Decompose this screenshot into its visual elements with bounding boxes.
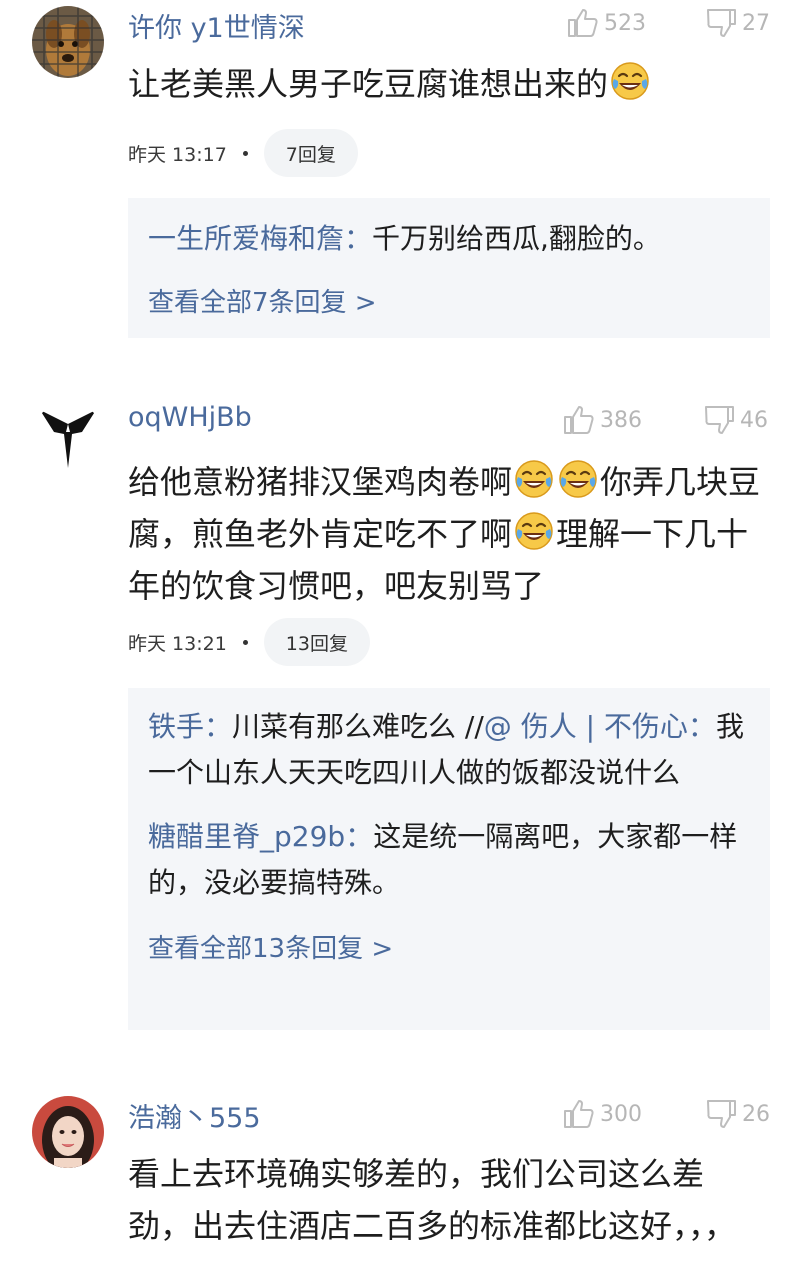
reply-author[interactable]: 铁手：	[148, 710, 232, 743]
mention-link[interactable]: @ 伤人 | 不伤心：	[484, 710, 716, 743]
tears-of-joy-emoji	[558, 459, 598, 499]
thumbs-down-icon	[704, 6, 738, 40]
timestamp: 昨天 13:17	[128, 143, 227, 166]
username[interactable]: 许你 y1世情深	[128, 6, 305, 45]
comment-text: 看上去环境确实够差的，我们公司这么差劲，出去住酒店二百多的标准都比这好，，，	[128, 1155, 737, 1245]
dislike-button[interactable]: 27	[704, 6, 770, 40]
reply-item[interactable]: 糖醋里脊_p29b：这是统一隔离吧，大家都一样的，没必要搞特殊。	[148, 814, 750, 906]
dislike-count: 46	[740, 407, 768, 433]
thumbs-up-icon	[562, 1097, 596, 1131]
see-all-replies-link[interactable]: 查看全部13条回复 >	[148, 928, 750, 965]
tears-of-joy-emoji	[514, 459, 554, 499]
comment-text: 让老美黑人男子吃豆腐谁想出来的	[128, 58, 768, 110]
tears-of-joy-emoji	[610, 61, 650, 101]
dislike-button[interactable]: 26	[704, 1097, 770, 1131]
username[interactable]: oqWHjBb	[128, 402, 252, 433]
reply-count-button[interactable]: 7回复	[263, 129, 358, 177]
reply-count-button[interactable]: 13回复	[263, 618, 370, 666]
separator-dot	[242, 150, 248, 156]
dislike-count: 27	[742, 10, 770, 36]
reply-text: 千万别给西瓜,翻脸的。	[372, 222, 661, 255]
comment-meta: 昨天 13:21 13回复	[128, 618, 370, 666]
replies-box: 铁手：川菜有那么难吃么 //@ 伤人 | 不伤心：我一个山东人天天吃四川人做的饭…	[128, 688, 770, 1030]
avatar[interactable]	[32, 1096, 104, 1168]
thumbs-up-icon	[562, 403, 596, 437]
reply-author[interactable]: 糖醋里脊_p29b：	[148, 820, 373, 853]
thumbs-down-icon	[704, 1097, 738, 1131]
thumbs-down-icon	[702, 403, 736, 437]
like-count: 523	[604, 10, 646, 36]
like-count: 386	[600, 407, 642, 433]
like-button[interactable]: 300	[562, 1097, 642, 1131]
reply-item[interactable]: 铁手：川菜有那么难吃么 //@ 伤人 | 不伤心：我一个山东人天天吃四川人做的饭…	[148, 704, 750, 796]
reply-author[interactable]: 一生所爱梅和詹：	[148, 222, 372, 255]
see-all-replies-link[interactable]: 查看全部7条回复 >	[148, 282, 750, 319]
comment-text: 给他意粉猪排汉堡鸡肉卷啊 你弄几块豆腐，煎鱼老外肯定吃不了啊 理解一下几十年的饮食习…	[128, 456, 768, 612]
reply-text: 川菜有那么难吃么 //	[232, 710, 484, 743]
dislike-button[interactable]: 46	[702, 403, 768, 437]
like-button[interactable]: 386	[562, 403, 642, 437]
replies-box: 一生所爱梅和詹：千万别给西瓜,翻脸的。 查看全部7条回复 >	[128, 198, 770, 338]
thumbs-up-icon	[566, 6, 600, 40]
avatar[interactable]	[32, 6, 104, 78]
tears-of-joy-emoji	[514, 511, 554, 551]
comment-meta: 昨天 13:17 7回复	[128, 129, 358, 177]
reply-item[interactable]: 一生所爱梅和詹：千万别给西瓜,翻脸的。	[148, 216, 750, 262]
timestamp: 昨天 13:21	[128, 632, 227, 655]
avatar[interactable]	[32, 402, 104, 474]
dislike-count: 26	[742, 1101, 770, 1127]
separator-dot	[242, 639, 248, 645]
like-count: 300	[600, 1101, 642, 1127]
like-button[interactable]: 523	[566, 6, 646, 40]
username[interactable]: 浩瀚丶555	[128, 1096, 261, 1135]
